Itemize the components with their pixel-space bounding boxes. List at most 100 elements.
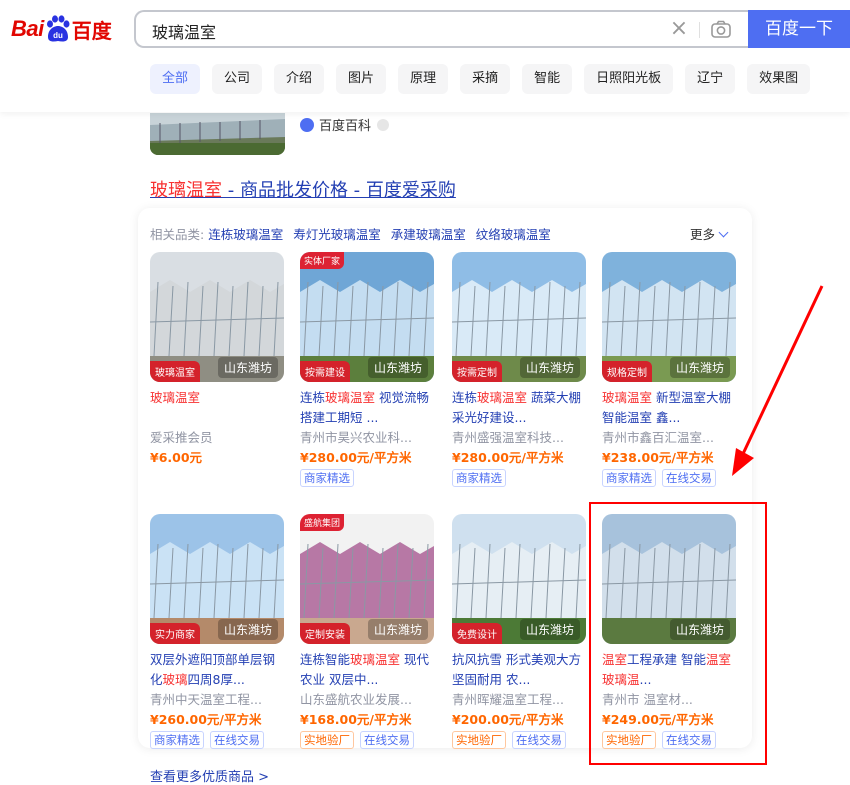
product-title[interactable]: 连栋智能玻璃温室 现代农业 双层中... xyxy=(300,650,436,690)
product-title[interactable]: 双层外遮阳顶部单层钢化玻璃四周8厚... xyxy=(150,650,286,690)
product-item[interactable]: 实体厂家 按需建设 山东潍坊连栋玻璃温室 视觉流畅 搭建工期短 ... 青州市昊兴农业… xyxy=(300,252,436,487)
tab-2[interactable]: 介绍 xyxy=(274,64,325,94)
product-badges: 商家精选 xyxy=(452,469,588,487)
previous-result-thumbnail[interactable] xyxy=(150,113,285,155)
product-promo-tag: 玻璃温室 xyxy=(150,361,200,382)
product-promo-tag: 按需定制 xyxy=(452,361,502,382)
product-shop[interactable]: 爱采推会员 xyxy=(150,428,286,448)
product-item[interactable]: 实力商家 山东潍坊双层外遮阳顶部单层钢化玻璃四周8厚... 青州中天温室工程... ¥… xyxy=(150,514,286,749)
more-button[interactable]: 更多 xyxy=(690,224,729,243)
product-shop[interactable]: 青州中天温室工程... xyxy=(150,690,286,710)
product-badge: 在线交易 xyxy=(662,469,716,487)
product-title-part: ... xyxy=(639,672,652,687)
product-shop[interactable]: 青州市鑫百汇温室... xyxy=(602,428,738,448)
product-item[interactable]: 免费设计 山东潍坊抗风抗雪 形式美观大方 坚固耐用 农... 青州晖耀温室工程...… xyxy=(452,514,588,749)
product-badges: 实地验厂 在线交易 xyxy=(300,731,436,749)
product-title[interactable]: 玻璃温室 xyxy=(150,388,286,428)
see-more-link[interactable]: 查看更多优质商品 > xyxy=(150,766,269,785)
product-title[interactable]: 连栋玻璃温室 蔬菜大棚 采光好建设... xyxy=(452,388,588,428)
result-title-link[interactable]: 玻璃温室 - 商品批发价格 - 百度爱采购 xyxy=(150,176,456,202)
header-bar: Bai du 百度 × 百度一下 全部公司介绍图片原理采摘智能日照阳光板辽宁效果… xyxy=(0,0,850,112)
product-item[interactable]: 山东潍坊温室工程承建 智能温室 玻璃温... 青州市 温室材... ¥249.00元… xyxy=(602,514,738,749)
more-label: 更多 xyxy=(690,227,716,242)
search-input[interactable] xyxy=(150,18,634,44)
camera-icon[interactable] xyxy=(710,19,732,41)
tab-0[interactable]: 全部 xyxy=(150,64,201,94)
clear-icon[interactable]: × xyxy=(666,16,692,42)
product-shop[interactable]: 青州盛强温室科技... xyxy=(452,428,588,448)
product-price: ¥280.00元/平方米 xyxy=(452,450,564,465)
product-price: ¥249.00元/平方米 xyxy=(602,712,714,727)
search-button[interactable]: 百度一下 xyxy=(748,10,850,48)
product-shop[interactable]: 青州晖耀温室工程... xyxy=(452,690,588,710)
product-promo-tag: 免费设计 xyxy=(452,623,502,644)
product-image[interactable]: 实力商家 山东潍坊 xyxy=(150,514,284,644)
related-category-2[interactable]: 承建玻璃温室 xyxy=(391,224,466,243)
product-price: ¥280.00元/平方米 xyxy=(300,450,412,465)
tab-4[interactable]: 原理 xyxy=(398,64,449,94)
product-badge: 商家精选 xyxy=(602,469,656,487)
product-price: ¥260.00元/平方米 xyxy=(150,712,262,727)
product-promo-tag: 实力商家 xyxy=(150,623,200,644)
tab-3[interactable]: 图片 xyxy=(336,64,387,94)
product-title-part: 连栋智能 xyxy=(300,652,351,667)
product-item[interactable]: 玻璃温室 山东潍坊 玻璃温室 爱采推会员 ¥6.00元 xyxy=(150,252,286,469)
search-tabs: 全部 公司 介绍 图片 原理 采摘 智能 日照阳光板 辽宁 效果图 xyxy=(150,64,822,96)
product-shop[interactable]: 青州市昊兴农业科... xyxy=(300,428,436,448)
product-badges: 商家精选 在线交易 xyxy=(602,469,738,487)
tab-1[interactable]: 公司 xyxy=(212,64,263,94)
product-image[interactable]: 山东潍坊 xyxy=(602,514,736,644)
related-label: 相关品类: xyxy=(150,227,205,242)
product-title[interactable]: 玻璃温室 新型温室大棚 智能温室 鑫... xyxy=(602,388,738,428)
related-category-3[interactable]: 纹络玻璃温室 xyxy=(476,224,551,243)
product-price: ¥168.00元/平方米 xyxy=(300,712,412,727)
product-badge: 在线交易 xyxy=(512,731,566,749)
tab-7[interactable]: 日照阳光板 xyxy=(584,64,674,94)
product-image[interactable]: 按需定制 山东潍坊 xyxy=(452,252,586,382)
product-item[interactable]: 盛航集团 定制安装 山东潍坊连栋智能玻璃温室 现代农业 双层中... 山东盛航农业发展… xyxy=(300,514,436,749)
product-badge: 实地验厂 xyxy=(602,731,656,749)
product-item[interactable]: 规格定制 山东潍坊玻璃温室 新型温室大棚 智能温室 鑫... 青州市鑫百汇温室...… xyxy=(602,252,738,487)
product-title-part: 玻璃 xyxy=(162,672,188,687)
product-image[interactable]: 玻璃温室 山东潍坊 xyxy=(150,252,284,382)
product-image[interactable]: 实体厂家 按需建设 山东潍坊 xyxy=(300,252,434,382)
baike-label: 百度百科 xyxy=(319,119,372,134)
search-divider xyxy=(699,22,700,38)
product-badges: 实地验厂 在线交易 xyxy=(602,731,738,749)
search-box: × xyxy=(134,10,748,48)
product-title-part: 玻璃温室 xyxy=(602,390,653,405)
tab-6[interactable]: 智能 xyxy=(522,64,573,94)
logo-text-cn: 百度 xyxy=(71,18,112,43)
product-image[interactable]: 盛航集团 定制安装 山东潍坊 xyxy=(300,514,434,644)
annotation-arrow-icon xyxy=(732,285,824,476)
tab-8[interactable]: 辽宁 xyxy=(685,64,736,94)
product-price: ¥200.00元/平方米 xyxy=(452,712,564,727)
product-location: 山东潍坊 xyxy=(367,619,428,640)
baike-source[interactable]: 百度百科 xyxy=(300,115,390,134)
product-promo-tag: 按需建设 xyxy=(300,361,350,382)
tab-5[interactable]: 采摘 xyxy=(460,64,511,94)
product-title[interactable]: 抗风抗雪 形式美观大方 坚固耐用 农... xyxy=(452,650,588,690)
baike-dot-icon xyxy=(377,118,390,131)
baidu-logo[interactable]: Bai du 百度 xyxy=(11,14,112,44)
product-title-part: 玻璃温室 xyxy=(150,390,201,405)
product-badge: 商家精选 xyxy=(150,731,204,749)
chevron-down-icon xyxy=(718,227,729,238)
product-title-part: 抗风抗雪 形式美观大方 坚固耐用 农... xyxy=(452,652,581,687)
product-image[interactable]: 免费设计 山东潍坊 xyxy=(452,514,586,644)
svg-text:du: du xyxy=(53,31,63,40)
related-category-1[interactable]: 寿灯光玻璃温室 xyxy=(293,224,381,243)
related-category-0[interactable]: 连栋玻璃温室 xyxy=(208,224,283,243)
product-image[interactable]: 规格定制 山东潍坊 xyxy=(602,252,736,382)
paw-icon: du xyxy=(46,15,70,42)
product-title-part: 连栋 xyxy=(300,390,326,405)
product-shop[interactable]: 山东盛航农业发展... xyxy=(300,690,436,710)
product-title-part: 连栋 xyxy=(452,390,478,405)
tab-9[interactable]: 效果图 xyxy=(747,64,811,94)
product-promo-tag: 规格定制 xyxy=(602,361,652,382)
product-title[interactable]: 连栋玻璃温室 视觉流畅 搭建工期短 ... xyxy=(300,388,436,428)
result-title-highlight: 玻璃温室 xyxy=(150,180,222,201)
product-item[interactable]: 按需定制 山东潍坊连栋玻璃温室 蔬菜大棚 采光好建设... 青州盛强温室科技... ¥… xyxy=(452,252,588,487)
product-title[interactable]: 温室工程承建 智能温室 玻璃温... xyxy=(602,650,738,690)
product-shop[interactable]: 青州市 温室材... xyxy=(602,690,738,710)
